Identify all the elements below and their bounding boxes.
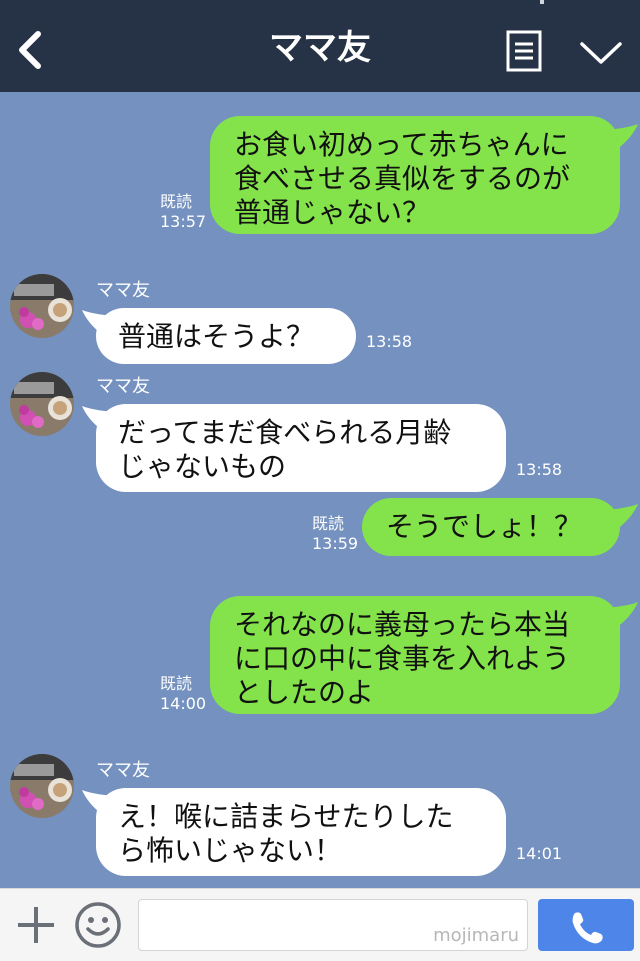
bubble-tail	[606, 602, 638, 628]
their-message-bubble[interactable]: え！喉に詰まらせたりした ら怖いじゃない！	[96, 788, 506, 876]
message-time: 13:59	[312, 534, 359, 553]
message-time: 13:57	[160, 212, 207, 231]
my-message-bubble[interactable]: それなのに義母ったら本当 に口の中に食事を入れよう としたのよ	[210, 596, 620, 714]
message-meta: 既読 13:59	[312, 514, 358, 554]
watermark-text: mojimaru	[433, 925, 519, 946]
message-meta: 既読 13:57	[160, 192, 206, 232]
read-receipt: 既読	[160, 674, 193, 693]
message-text: お食い初めって赤ちゃんに 食べさせる真似をするのが 普通じゃない？	[234, 128, 571, 229]
chat-header: ママ友	[0, 0, 640, 92]
my-message-bubble[interactable]: お食い初めって赤ちゃんに 食べさせる真似をするのが 普通じゃない？	[210, 116, 620, 234]
their-message-bubble[interactable]: だってまだ食べられる月齢 じゃないもの	[96, 404, 506, 492]
message-text: そうでしょ！？	[386, 510, 583, 543]
sender-name: ママ友	[96, 280, 150, 301]
chevron-down-icon[interactable]	[578, 38, 624, 68]
bubble-tail	[606, 504, 638, 530]
sender-name: ママ友	[96, 376, 150, 397]
message-input-bar: mojimaru	[0, 888, 640, 961]
contact-avatar[interactable]	[10, 754, 74, 818]
message-list[interactable]: 既読 13:57 お食い初めって赤ちゃんに 食べさせる真似をするのが 普通じゃな…	[0, 92, 640, 888]
phone-icon	[572, 912, 603, 944]
my-message-bubble[interactable]: そうでしょ！？	[362, 498, 620, 556]
read-receipt: 既読	[160, 192, 193, 211]
emoji-icon[interactable]	[74, 901, 122, 949]
bubble-tail	[82, 790, 114, 816]
contact-avatar[interactable]	[10, 274, 74, 338]
message-text: だってまだ食べられる月齢 じゃないもの	[118, 416, 452, 483]
message-input[interactable]: mojimaru	[138, 899, 528, 951]
bubble-tail	[606, 124, 638, 150]
message-text: え！喉に詰まらせたりした ら怖いじゃない！	[118, 800, 454, 867]
message-time: 14:00	[160, 694, 207, 713]
message-time: 13:58	[516, 460, 563, 479]
plus-icon[interactable]	[14, 903, 58, 947]
their-message-bubble[interactable]: 普通はそうよ？	[96, 308, 356, 364]
message-text: それなのに義母ったら本当 に口の中に食事を入れよう としたのよ	[234, 608, 571, 709]
bubble-tail	[82, 310, 114, 336]
contact-avatar[interactable]	[10, 372, 74, 436]
menu-list-icon[interactable]	[506, 30, 542, 72]
message-time: 13:58	[366, 332, 413, 351]
call-button[interactable]	[538, 899, 634, 951]
read-receipt: 既読	[312, 514, 345, 533]
chat-title: ママ友	[269, 28, 371, 68]
message-meta: 既読 14:00	[160, 674, 206, 714]
bubble-tail	[82, 406, 114, 432]
sender-name: ママ友	[96, 760, 150, 781]
message-text: 普通はそうよ？	[118, 320, 315, 353]
message-time: 14:01	[516, 844, 563, 863]
